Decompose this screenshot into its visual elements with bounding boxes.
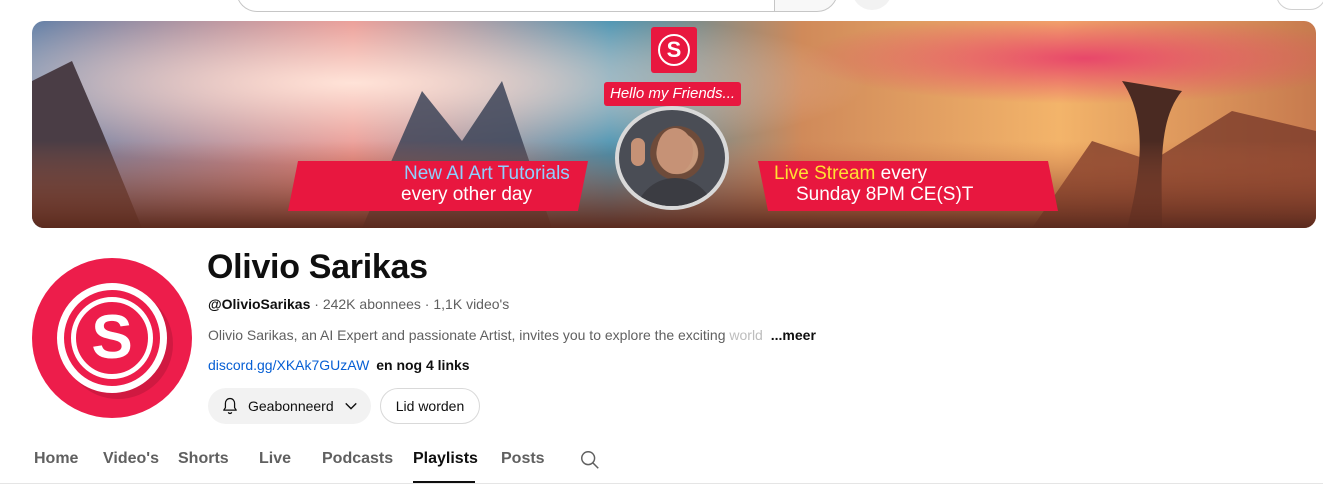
channel-avatar[interactable]: S <box>32 258 192 418</box>
subscriber-count: 242K abonnees <box>322 296 421 312</box>
tab-podcasts[interactable]: Podcasts <box>322 450 393 468</box>
channel-name: Olivio Sarikas <box>207 248 428 286</box>
join-button[interactable]: Lid worden <box>380 388 480 424</box>
meta-separator: · <box>420 296 434 312</box>
more-link[interactable]: ...meer <box>771 327 816 343</box>
tab-videos[interactable]: Video's <box>103 450 159 468</box>
avatar-letter: S <box>71 297 153 379</box>
description-text: Olivio Sarikas, an AI Expert and passion… <box>208 327 730 343</box>
bell-icon <box>223 397 237 415</box>
search-icon[interactable] <box>579 449 601 471</box>
tab-posts[interactable]: Posts <box>501 450 545 468</box>
discord-link[interactable]: discord.gg/XKAk7GUzAW <box>208 357 369 373</box>
more-links-button[interactable]: en nog 4 links <box>376 357 469 373</box>
create-button[interactable] <box>1276 0 1323 10</box>
banner-tutorials-ribbon: New AI Art Tutorials every other day <box>288 161 588 211</box>
banner-livestream-line2: Sunday 8PM CE(S)T <box>796 184 974 205</box>
channel-links: discord.gg/XKAk7GUzAW en nog 4 links <box>208 357 470 373</box>
video-count: 1,1K video's <box>433 296 510 312</box>
avatar-outer-ring: S <box>57 283 167 393</box>
search-input[interactable] <box>236 0 776 12</box>
banner-livestream-highlight: Live Stream <box>774 163 876 184</box>
banner-logo-letter: S <box>658 34 690 66</box>
channel-tabs: Home Video's Shorts Live Podcasts Playli… <box>0 436 1323 484</box>
tab-live[interactable]: Live <box>259 450 291 468</box>
tab-shorts[interactable]: Shorts <box>178 450 229 468</box>
banner-livestream-line1: Live Stream every <box>774 163 927 185</box>
channel-meta: @OlivioSarikas · 242K abonnees · 1,1K vi… <box>208 296 509 312</box>
banner-tutorials-line1: New AI Art Tutorials <box>404 163 570 184</box>
banner-hello-text: Hello my Friends... <box>604 82 742 106</box>
channel-banner: S Hello my Friends... New AI Art Tutoria… <box>32 21 1316 228</box>
subscribed-label: Geabonneerd <box>248 398 334 414</box>
search-button[interactable] <box>774 0 838 12</box>
chevron-down-icon <box>344 402 357 410</box>
meta-separator: · <box>310 296 323 312</box>
banner-tutorials-line2: every other day <box>401 184 532 205</box>
channel-handle: @OlivioSarikas <box>208 296 311 312</box>
banner-portrait <box>615 106 729 210</box>
tab-playlists[interactable]: Playlists <box>413 450 478 468</box>
subscribed-button[interactable]: Geabonneerd <box>208 388 371 424</box>
banner-logo: S <box>651 27 697 73</box>
description-fade-text: world <box>729 327 763 343</box>
channel-description[interactable]: Olivio Sarikas, an AI Expert and passion… <box>208 327 816 343</box>
voice-search-button[interactable] <box>852 0 892 10</box>
banner-livestream-rest: every <box>875 163 928 184</box>
tab-home[interactable]: Home <box>34 450 78 468</box>
active-tab-indicator <box>413 481 475 483</box>
banner-livestream-ribbon: Live Stream every Sunday 8PM CE(S)T <box>758 161 1058 211</box>
